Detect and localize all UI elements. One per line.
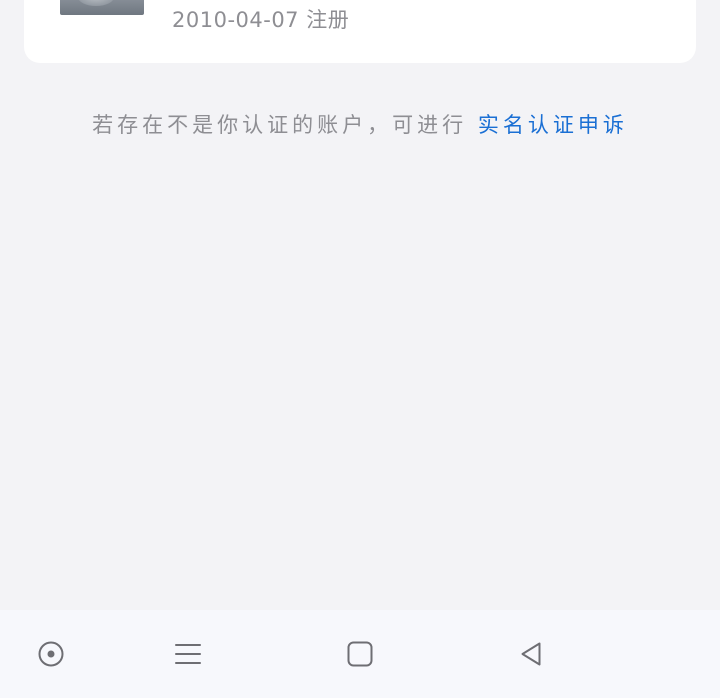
- appeal-notice: 若存在不是你认证的账户，可进行 实名认证申诉: [0, 109, 720, 139]
- back-button[interactable]: [511, 634, 551, 674]
- appeal-notice-text: 若存在不是你认证的账户，可进行: [92, 113, 468, 137]
- real-name-appeal-link[interactable]: 实名认证申诉: [478, 113, 628, 137]
- circle-dot-button[interactable]: [31, 634, 71, 674]
- account-card: 2010-04-07 注册: [24, 0, 696, 63]
- page: 2010-04-07 注册 若存在不是你认证的账户，可进行 实名认证申诉: [0, 0, 720, 698]
- system-navigation-bar: [0, 610, 720, 698]
- menu-icon: [174, 640, 202, 668]
- home-button[interactable]: [340, 634, 380, 674]
- home-square-icon: [346, 640, 374, 668]
- menu-button[interactable]: [168, 634, 208, 674]
- back-triangle-icon: [517, 640, 545, 668]
- avatar: [60, 0, 144, 15]
- circle-dot-icon: [37, 640, 65, 668]
- registration-date: 2010-04-07 注册: [172, 8, 350, 32]
